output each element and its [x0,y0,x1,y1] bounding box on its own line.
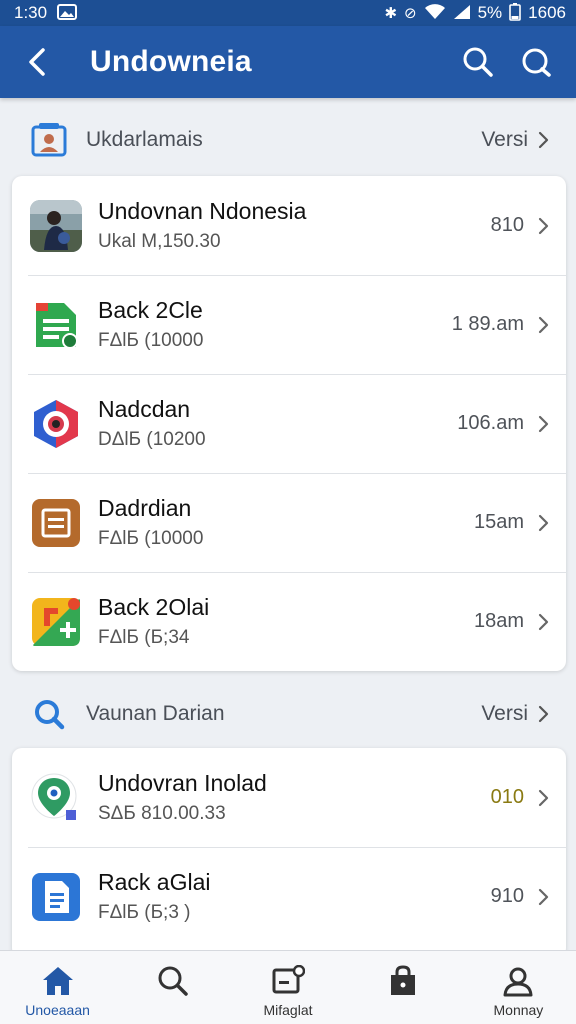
item-title: Undovran Inolad [98,770,267,796]
section-header-2: Vaunan Darian Versi [0,684,576,744]
battery-percent: 5% [477,3,503,22]
section-header-1: Ukdarlamais Versi [0,110,576,170]
list-card-2: Undovran Inolad SΔБ 810.00.33 010 Rack a… [12,748,566,958]
back-arrow-icon [29,48,45,76]
list-item[interactable]: Nadcdan DΔlБ (10200 106.am [12,374,566,473]
item-meta: 15am [473,511,524,533]
chevron-right-icon [536,888,552,906]
item-title: Undovnan Ndonesia [98,198,307,224]
item-subtitle: FΔlБ (10000 [98,330,204,351]
bottom-navigation: Unoeaaan Mifaglat Monnay [0,950,576,1024]
no-sim-icon: ⊘ [404,4,417,22]
versi-label: Versi [481,128,528,151]
list-item[interactable]: Back 2Olai FΔlБ (Б;34 18am [12,572,566,671]
item-subtitle: Ukal M,150.30 [98,231,221,252]
chevron-right-icon [538,131,549,149]
nav-label: Monnay [493,1002,544,1018]
item-meta: 010 [490,786,524,808]
chevron-right-icon [538,705,549,723]
chevron-right-icon [536,789,552,807]
message-icon [271,963,305,999]
notes-icon [30,497,82,549]
item-subtitle: FΔlБ (Б;3 ) [98,902,191,923]
location-pin-icon [30,772,82,824]
list-item[interactable]: Back 2Cle FΔlБ (10000 1 89.am [12,275,566,374]
status-bar: 1:30 ✱ ⊘ 5% 1606 [0,0,576,26]
search-button[interactable] [460,44,496,80]
chevron-right-icon [536,613,552,631]
back-button[interactable] [0,26,74,98]
item-title: Nadcdan [98,396,191,422]
list-item[interactable]: Rack aGlai FΔlБ (Б;3 ) 910 [12,847,566,946]
battery-icon [509,2,521,24]
search-icon [463,47,493,77]
nav-label: Unoeaaan [25,1002,90,1018]
section-versi-link[interactable]: Versi [481,128,550,152]
nav-profile[interactable]: Monnay [461,951,576,1024]
item-subtitle: FΔlБ (Б;34 [98,627,190,648]
nav-messages[interactable]: Mifaglat [230,951,345,1024]
item-meta: 810 [490,214,524,236]
item-meta: 106.am [457,412,524,434]
chat-search-button[interactable] [518,44,554,80]
section-title: Vaunan Darian [86,702,225,725]
section-versi-link[interactable]: Versi [481,702,550,726]
colorful-app-icon [30,596,82,648]
wifi-icon [424,3,446,23]
chevron-right-icon [536,217,552,235]
app-bar: Undowneia [0,26,576,98]
bluetooth-icon: ✱ [384,4,398,22]
item-title: Back 2Olai [98,594,210,620]
status-clock-right: 1606 [528,3,566,22]
list-card-1: Undovnan Ndonesia Ukal M,150.30 810 Back… [12,176,566,671]
item-title: Back 2Cle [98,297,203,323]
signal-icon [453,4,471,23]
nav-search[interactable] [115,951,230,1024]
contact-card-icon [30,121,68,159]
chevron-right-icon [536,514,552,532]
sheets-icon [30,299,82,351]
item-meta: 910 [490,885,524,907]
target-icon [30,398,82,450]
page-title: Undowneia [90,45,252,78]
item-meta: 1 89.am [451,313,524,335]
nav-label: Mifaglat [263,1002,313,1018]
nav-bag[interactable] [346,951,461,1024]
docs-icon [30,871,82,923]
list-item[interactable]: Dadrdian FΔlБ (10000 15am [12,473,566,572]
list-item[interactable]: Undovnan Ndonesia Ukal M,150.30 810 [12,176,566,275]
chevron-right-icon [536,415,552,433]
versi-label: Versi [481,702,528,725]
item-title: Rack aGlai [98,869,211,895]
item-meta: 18am [473,610,524,632]
status-time: 1:30 [14,3,48,22]
section-title: Ukdarlamais [86,128,203,151]
item-subtitle: DΔlБ (10200 [98,429,206,450]
search-icon [157,963,189,999]
profile-icon [502,963,534,999]
photo-avatar-icon [30,199,82,252]
list-item[interactable]: Undovran Inolad SΔБ 810.00.33 010 [12,748,566,847]
item-subtitle: FΔlБ (10000 [98,528,204,549]
chat-search-icon [522,48,551,77]
nav-home[interactable]: Unoeaaan [0,951,115,1024]
bag-icon [388,963,418,999]
item-title: Dadrdian [98,495,192,521]
chevron-right-icon [536,316,552,334]
gallery-notification-icon [57,3,78,23]
home-icon [41,963,75,999]
item-subtitle: SΔБ 810.00.33 [98,803,226,824]
search-icon [30,695,68,733]
